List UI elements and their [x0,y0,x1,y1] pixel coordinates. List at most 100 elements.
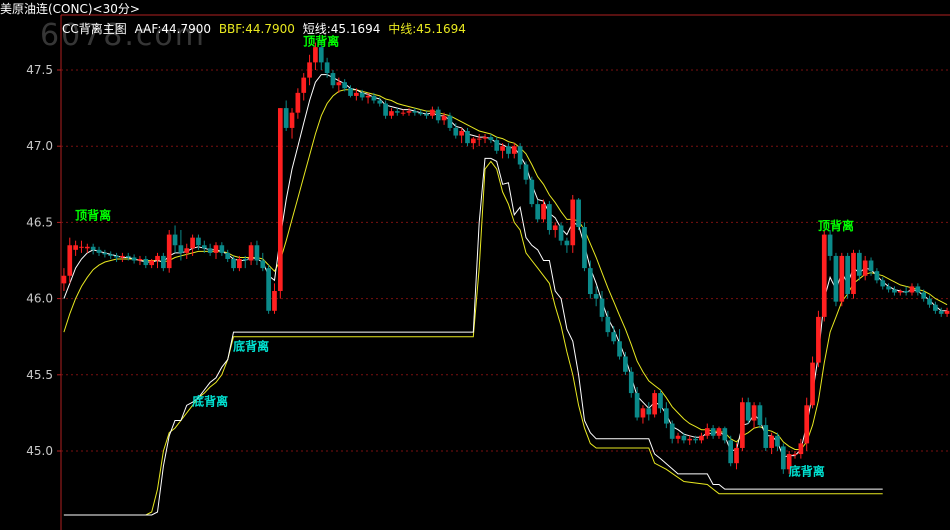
candle-down [582,226,587,269]
candle-up [810,362,815,406]
candle-up [149,260,154,266]
candle-up [734,447,739,464]
candle-down [201,245,207,249]
candle-down [371,95,377,101]
candle-up [365,95,371,98]
candle-down [938,310,944,314]
candle-up [944,310,950,314]
candle-down [827,234,833,256]
candle-down [763,425,769,448]
y-tick-label: 45.5 [26,368,53,382]
candle-up [400,112,406,114]
candle-down [576,199,581,227]
candle-up [652,393,657,415]
candle-down [517,146,523,165]
top-divergence-label: 顶背离 [75,207,111,222]
candle-down [663,408,669,424]
y-tick-label: 45.0 [26,444,53,458]
candle-down [623,356,628,372]
candle-down [605,316,611,333]
candle-up [511,146,517,154]
candle-down [102,252,108,255]
candle-down [658,393,663,409]
candle-up [740,402,745,448]
candle-up [272,290,277,311]
candle-down [424,114,429,116]
candle-down [465,130,470,144]
candle-down [628,371,634,394]
candle-down [330,73,336,86]
candle-up [289,112,295,128]
candle-up [277,108,283,291]
candle-up [470,138,476,144]
candle-up [851,252,856,295]
candle-up [687,438,693,441]
candle-down [535,204,541,220]
candle-down [903,290,909,293]
candle-down [435,109,441,121]
candle-up [430,109,435,116]
candle-down [868,260,874,272]
candle-down [757,405,763,426]
candle-down [745,402,751,421]
candle-up [313,47,318,63]
candle-down [383,103,388,116]
candle-up [482,137,488,139]
candle-down [874,271,880,281]
candle-down [131,257,137,261]
candle-down [611,332,617,342]
candle-down [394,111,400,113]
candle-down [780,446,786,470]
aaf-value: AAF:44.7900 [134,22,211,36]
candle-up [120,255,125,258]
candle-up [699,435,704,441]
candle-up [166,234,172,269]
bottom-divergence-label: 底背离 [233,338,269,353]
candle-down [143,258,149,266]
price-chart[interactable]: 47.547.046.546.045.545.0顶背离顶背离底背离底背离顶背离底… [0,0,950,530]
candle-down [447,115,453,128]
candle-up [675,435,681,439]
candle-down [494,140,500,151]
candle-up [213,245,219,253]
candle-down [587,268,593,295]
candle-down [506,146,511,154]
candle-down [921,292,927,299]
candle-down [933,304,938,311]
candle-down [207,248,213,253]
candle-up [839,255,845,302]
candle-up [541,204,546,220]
candle-down [231,258,236,269]
candle-down [564,240,570,246]
bbf-value: BBF:44.7900 [218,22,295,36]
candle-up [704,428,710,436]
candle-down [96,249,102,253]
candle-down [880,280,886,287]
candle-up [190,237,195,249]
bbf-line [63,160,883,516]
candle-up [248,245,254,261]
y-tick-label: 46.5 [26,215,53,229]
candle-down [669,423,675,439]
candle-up [67,245,73,276]
candle-up [476,138,482,140]
candle-up [792,454,798,456]
candle-down [324,62,330,74]
y-tick-label: 47.5 [26,63,53,77]
y-tick-label: 47.0 [26,139,53,153]
candle-down [722,428,728,441]
candle-down [593,294,599,299]
candle-up [237,258,242,269]
indicator-readout: CC背离主图 AAF:44.7900 BBF:44.7900 短线:45.169… [62,20,470,37]
candle-down [775,435,780,447]
candle-down [114,255,119,258]
candle-up [441,115,447,121]
candle-down [254,245,260,261]
candle-up [301,77,307,93]
candle-down [681,435,687,441]
candle-up [336,82,342,86]
candle-down [547,204,552,231]
candle-down [634,393,640,418]
candle-up [570,199,576,246]
candle-up [155,255,160,261]
